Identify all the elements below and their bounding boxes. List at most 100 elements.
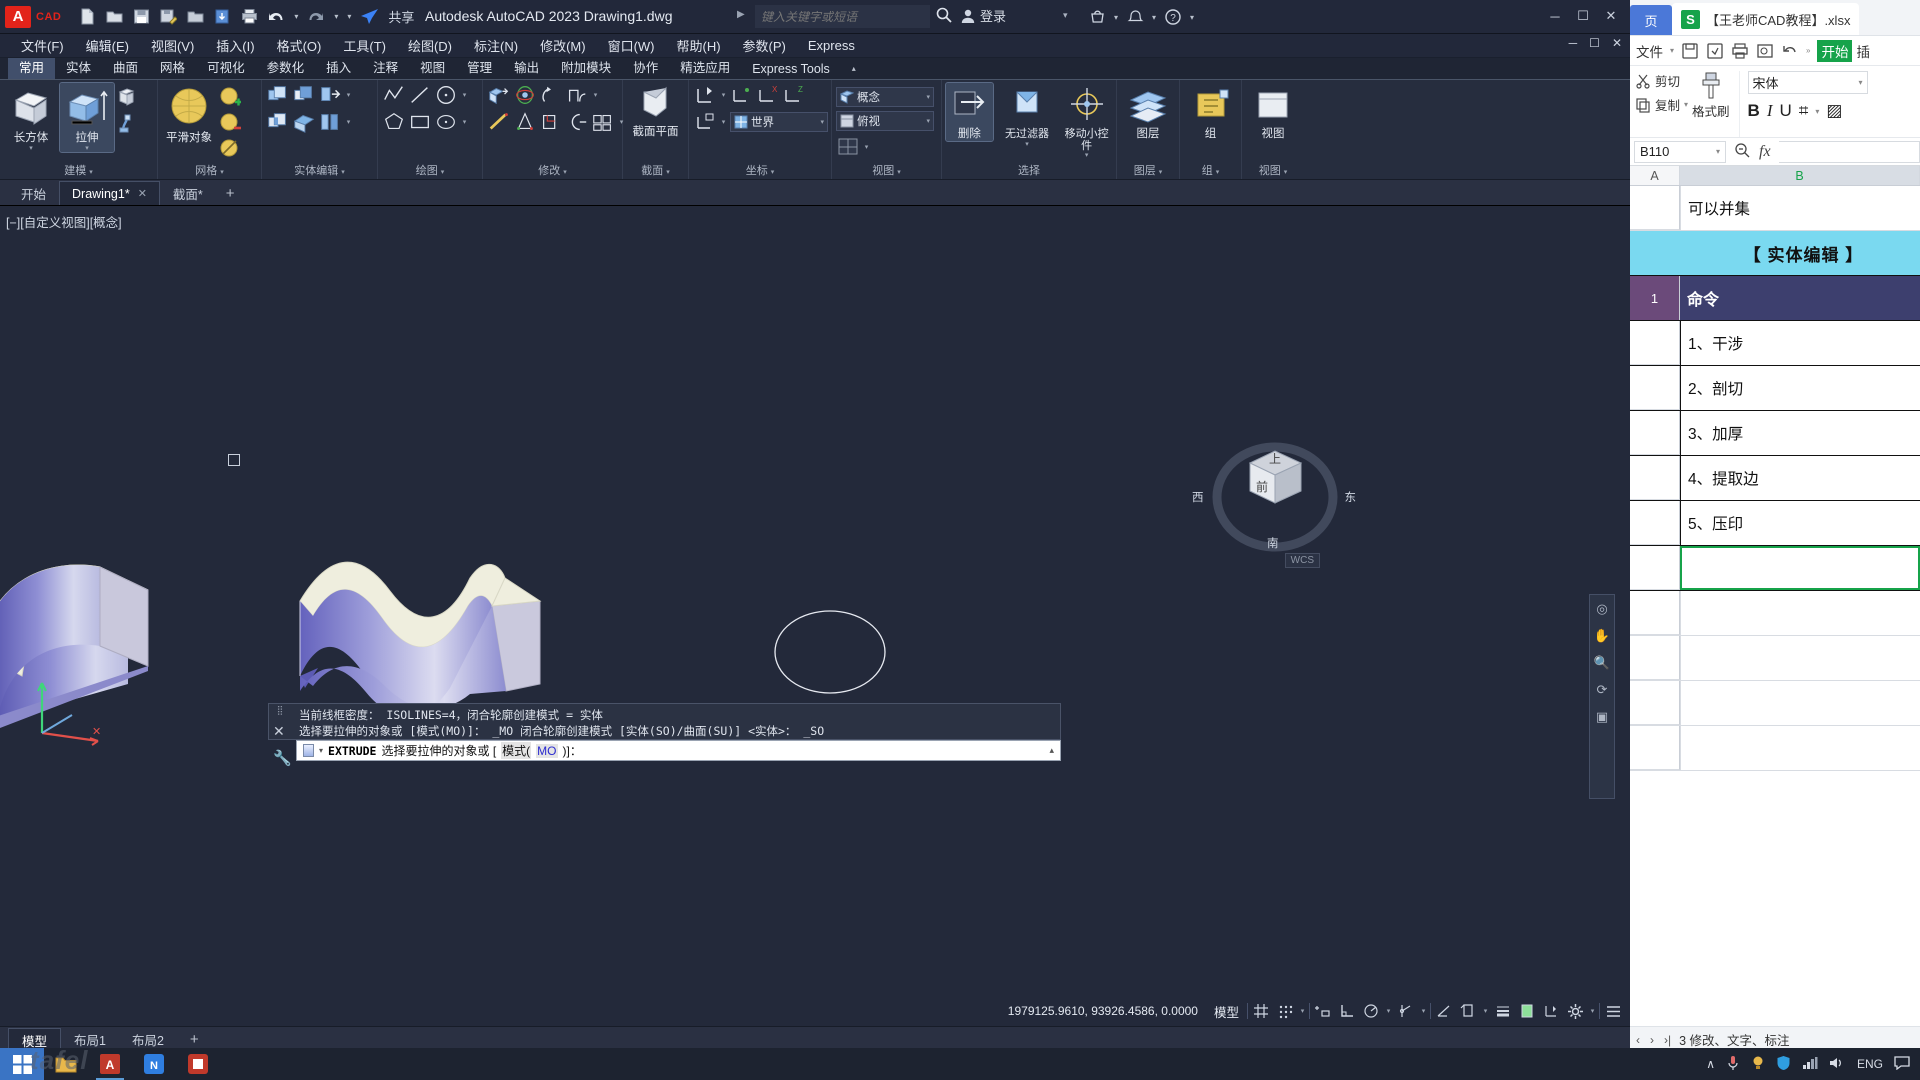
panel-label-view[interactable]: 视图 ▾ <box>836 164 937 179</box>
network-icon[interactable] <box>1802 1056 1818 1073</box>
3d-rotate-icon[interactable] <box>513 83 537 107</box>
ribbon-tab-parametric[interactable]: 参数化 <box>256 55 316 79</box>
command-history-caret-icon[interactable]: ▾ <box>319 746 323 755</box>
borders-button[interactable]: ⌗ <box>1799 101 1809 121</box>
sheet-prev-icon[interactable]: ‹ <box>1634 1033 1642 1047</box>
maximize-button[interactable]: ☐ <box>1570 4 1596 28</box>
ucs-icon[interactable] <box>693 83 717 107</box>
cut-button[interactable]: 剪切 <box>1635 71 1688 90</box>
sweep-icon[interactable] <box>116 111 140 135</box>
ribbon-tab-home[interactable]: 常用 <box>8 55 56 79</box>
menu-dimension[interactable]: 标注(N) <box>463 34 529 57</box>
row-header[interactable] <box>1630 411 1680 455</box>
command-close-icon[interactable]: ✕ <box>273 723 285 740</box>
underline-button[interactable]: U <box>1780 101 1792 121</box>
ucs-combo-caret-icon[interactable]: ▾ <box>820 118 824 126</box>
notification-dropdown-icon[interactable]: ▾ <box>1149 13 1159 22</box>
section-plane-button[interactable]: 截面平面 <box>629 83 683 138</box>
file-tab-section[interactable]: 截面* <box>159 181 216 205</box>
menu-view[interactable]: 视图(V) <box>140 34 205 57</box>
cell-value[interactable] <box>1680 681 1920 725</box>
filter-dropdown-icon[interactable]: ▾ <box>1025 141 1029 148</box>
save-icon[interactable] <box>129 5 153 29</box>
taskbar-wps-writer[interactable]: N <box>132 1048 176 1080</box>
osnap-dropdown-icon[interactable]: ▾ <box>1419 1007 1428 1015</box>
menu-insert[interactable]: 插入(I) <box>205 34 265 57</box>
taper-icon[interactable] <box>513 110 537 134</box>
workspace-settings-icon[interactable] <box>1564 1001 1586 1021</box>
lightbulb-icon[interactable] <box>1751 1055 1765 1074</box>
undo-dropdown-icon[interactable]: ▾ <box>291 12 301 21</box>
panel-label-group[interactable]: 组 ▾ <box>1184 164 1237 179</box>
doc-minimize-button[interactable]: ─ <box>1565 36 1582 50</box>
ucs-named-dropdown-icon[interactable]: ▾ <box>719 118 728 126</box>
workspace-dropdown-icon[interactable]: ▾ <box>1588 1007 1597 1015</box>
table-row[interactable]: 4、提取边 <box>1630 456 1920 501</box>
ellipse-icon[interactable] <box>434 110 458 134</box>
steering-wheel-icon[interactable]: ◎ <box>1596 601 1607 617</box>
dynamic-input-icon[interactable] <box>1457 1001 1479 1021</box>
panel-label-coords[interactable]: 坐标 ▾ <box>693 164 827 179</box>
ucs-dropdown-icon[interactable]: ▾ <box>719 91 728 99</box>
action-center-icon[interactable] <box>1894 1055 1910 1073</box>
sheet-last-icon[interactable]: ›| <box>1662 1033 1673 1047</box>
column-header-a[interactable]: A <box>1630 166 1680 185</box>
panel-label-viewport[interactable]: 视图 ▾ <box>1246 164 1300 179</box>
cell-value[interactable]: 5、压印 <box>1680 501 1920 545</box>
visual-style-combo[interactable]: 概念 ▾ <box>836 87 934 107</box>
print-icon[interactable] <box>237 5 261 29</box>
ucs-x-icon[interactable]: X <box>756 83 780 107</box>
taskbar-autocad[interactable]: A <box>88 1048 132 1080</box>
cell-value[interactable]: 1、干涉 <box>1680 321 1920 365</box>
file-tab-add-button[interactable]: + <box>215 181 245 205</box>
help-dropdown-icon[interactable]: ▾ <box>1187 13 1197 22</box>
command-expand-icon[interactable]: ▴ <box>1049 745 1054 756</box>
extrude-dropdown-icon[interactable]: ▾ <box>85 145 89 152</box>
row-header[interactable] <box>1630 726 1680 770</box>
row-header[interactable] <box>1630 321 1680 365</box>
orbit-icon[interactable]: ⟳ <box>1597 682 1608 698</box>
union-icon[interactable] <box>266 83 290 107</box>
notification-icon[interactable] <box>1123 5 1147 29</box>
table-row[interactable]: 【 实体编辑 】 <box>1630 231 1920 276</box>
close-button[interactable]: ✕ <box>1598 4 1624 28</box>
3d-move-icon[interactable] <box>487 83 511 107</box>
ribbon-tab-insert[interactable]: 插 <box>1852 40 1874 62</box>
ortho-mode-icon[interactable] <box>1336 1001 1358 1021</box>
panel-label-draw[interactable]: 绘图 ▾ <box>382 164 478 179</box>
refine-mesh-icon[interactable] <box>218 137 242 161</box>
menu-modify[interactable]: 修改(M) <box>529 34 597 57</box>
ribbon-tab-addins[interactable]: 附加模块 <box>550 55 622 79</box>
plot-preview-icon[interactable] <box>183 5 207 29</box>
ribbon-tab-manage[interactable]: 管理 <box>456 55 503 79</box>
row-header[interactable]: 1 <box>1630 276 1680 320</box>
ribbon-tab-view[interactable]: 视图 <box>409 55 456 79</box>
wcs-indicator[interactable]: WCS <box>1284 553 1320 568</box>
share-icon[interactable] <box>357 5 381 29</box>
smooth-less-icon[interactable] <box>218 111 242 135</box>
file-menu-caret-icon[interactable]: ▾ <box>1670 46 1674 55</box>
search-input[interactable] <box>755 5 930 28</box>
language-indicator[interactable]: ENG <box>1857 1057 1883 1071</box>
polar-tracking-icon[interactable] <box>1360 1001 1382 1021</box>
command-input[interactable]: ▾ EXTRUDE 选择要拉伸的对象或 [ 模式(MO )]： ▴ <box>296 740 1061 761</box>
ribbon-tab-surface[interactable]: 曲面 <box>102 55 149 79</box>
ribbon-tab-solid[interactable]: 实体 <box>55 55 102 79</box>
table-row[interactable]: 3、加厚 <box>1630 411 1920 456</box>
box-dropdown-icon[interactable]: ▾ <box>29 145 33 152</box>
drawing-canvas[interactable]: [−][自定义视图][概念] 上 前 东 西 南 WCS ◎ ✋ 🔍 ⟳ ▣ ✕… <box>0 206 1630 816</box>
menu-edit[interactable]: 编辑(E) <box>75 34 140 57</box>
print-icon[interactable] <box>1731 42 1749 60</box>
search-box[interactable] <box>755 5 930 28</box>
cell-value[interactable] <box>1680 591 1920 635</box>
row-header[interactable] <box>1630 546 1680 590</box>
interfere-icon[interactable] <box>591 110 615 134</box>
file-tab-drawing1[interactable]: Drawing1* ✕ <box>59 181 160 205</box>
panel-label-modify[interactable]: 修改 ▾ <box>487 164 618 179</box>
insert-function-icon[interactable]: fx <box>1759 143 1771 161</box>
row-header[interactable] <box>1630 636 1680 680</box>
cell-value[interactable] <box>1680 726 1920 770</box>
polygon-icon[interactable] <box>382 110 406 134</box>
menu-tools[interactable]: 工具(T) <box>332 34 397 57</box>
panel-label-modeling[interactable]: 建模 ▾ <box>4 164 153 179</box>
